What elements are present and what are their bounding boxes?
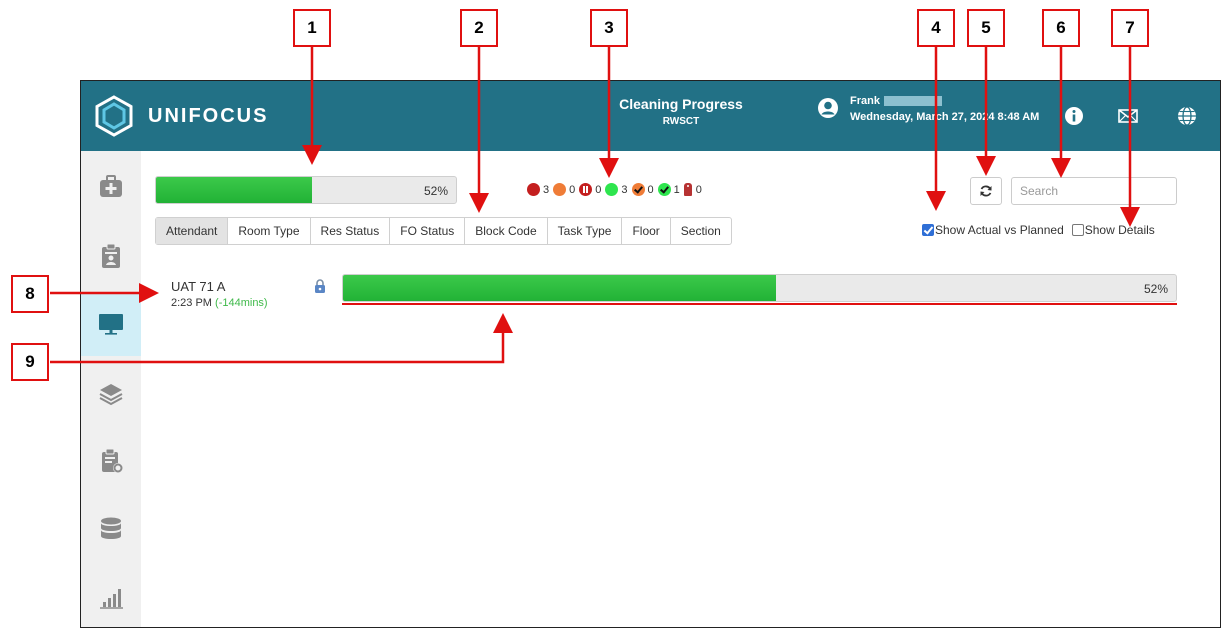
overall-progress-label: 52%	[423, 184, 448, 198]
status-count: 0	[695, 183, 702, 196]
app-window: UNIFOCUS Cleaning Progress RWSCT Frank W…	[80, 80, 1221, 628]
callout-1: 1	[293, 9, 331, 47]
tab-res-status[interactable]: Res Status	[309, 218, 390, 244]
status-count: 0	[595, 183, 602, 196]
show-details-label[interactable]: Show Details	[1085, 223, 1155, 237]
user-name: Frank	[850, 95, 880, 107]
unifocus-logo-icon	[95, 95, 133, 137]
page-title-block: Cleaning Progress RWSCT	[601, 96, 761, 127]
callout-3: 3	[590, 9, 628, 47]
mail-icon[interactable]	[1117, 105, 1139, 127]
tab-section[interactable]: Section	[669, 218, 731, 244]
overall-progress-fill	[156, 177, 312, 203]
show-actual-vs-planned-checkbox[interactable]	[922, 224, 934, 236]
callout-9: 9	[11, 343, 49, 381]
status-count: 0	[647, 183, 654, 196]
bar-chart-icon	[100, 589, 123, 609]
callout-4: 4	[917, 9, 955, 47]
user-info[interactable]: Frank Wednesday, March 27, 2024 8:48 AM	[850, 93, 1039, 125]
planned-progress-line	[342, 303, 1177, 305]
page-title: Cleaning Progress	[619, 96, 743, 112]
first-aid-kit-icon	[100, 175, 122, 197]
tab-block-code[interactable]: Block Code	[464, 218, 546, 244]
status-paused: 0	[579, 183, 601, 196]
refresh-button[interactable]	[970, 177, 1002, 205]
attendant-progress-fill	[343, 275, 777, 301]
group-by-tabs: Attendant Room Type Res Status FO Status…	[155, 217, 732, 245]
layers-icon	[99, 384, 123, 406]
redacted-name	[883, 96, 942, 107]
tab-task-type[interactable]: Task Type	[546, 218, 622, 244]
status-count: 0	[569, 183, 576, 196]
status-count: 3	[543, 183, 550, 196]
tab-floor[interactable]: Floor	[621, 218, 669, 244]
lock-icon[interactable]	[313, 278, 327, 294]
callout-8: 8	[11, 275, 49, 313]
status-count: 3	[621, 183, 628, 196]
orange-dot-icon	[553, 183, 567, 196]
clipboard-user-icon	[102, 243, 120, 268]
main-content: 52% 3 0 0 3 0 1 0 Attendant Room Type Re…	[141, 151, 1220, 627]
status-in-progress: 0	[553, 183, 575, 196]
callout-5: 5	[967, 9, 1005, 47]
app-header: UNIFOCUS Cleaning Progress RWSCT Frank W…	[81, 81, 1220, 151]
clipboard-settings-icon	[102, 448, 123, 473]
database-icon	[101, 517, 121, 539]
orange-check-icon	[631, 183, 645, 196]
page-subtitle: RWSCT	[662, 116, 700, 127]
attendant-progress-label: 52%	[1143, 282, 1168, 296]
red-dot-icon	[527, 183, 540, 196]
callout-7: 7	[1111, 9, 1149, 47]
sidebar-item-first-aid[interactable]	[81, 155, 141, 219]
tag-icon	[683, 183, 692, 196]
attendant-eta: 2:23 PM	[171, 297, 212, 309]
tab-room-type[interactable]: Room Type	[227, 218, 309, 244]
green-dot-icon	[605, 183, 619, 196]
tab-attendant[interactable]: Attendant	[156, 218, 228, 244]
status-dirty: 3	[527, 183, 549, 196]
current-datetime: Wednesday, March 27, 2024 8:48 AM	[850, 111, 1040, 123]
sidebar-item-database[interactable]	[81, 497, 141, 561]
show-actual-vs-planned-label[interactable]: Show Actual vs Planned	[935, 223, 1064, 237]
status-tagged: 0	[683, 183, 702, 196]
attendant-progress-bar[interactable]: 52%	[342, 274, 1177, 302]
callout-2: 2	[460, 9, 498, 47]
attendant-name[interactable]: UAT 71 A	[171, 279, 225, 294]
display-options: Show Actual vs Planned Show Details	[922, 223, 1155, 237]
attendant-time: 2:23 PM (-144mins)	[171, 297, 268, 309]
overall-progress-bar: 52%	[155, 176, 457, 204]
monitor-icon	[99, 314, 123, 335]
search-input[interactable]	[1011, 177, 1177, 205]
green-check-icon	[657, 183, 671, 196]
globe-icon[interactable]	[1176, 105, 1198, 127]
sidebar-item-clipboard-settings[interactable]	[81, 429, 141, 493]
status-inspected: 1	[657, 183, 680, 196]
status-inspected-orange: 0	[631, 183, 654, 196]
room-status-legend: 3 0 0 3 0 1 0	[527, 183, 706, 196]
status-count: 1	[673, 183, 680, 196]
info-icon[interactable]	[1063, 105, 1085, 127]
sidebar	[81, 151, 141, 627]
brand-name: UNIFOCUS	[148, 105, 269, 127]
sidebar-item-clipboard-user[interactable]	[81, 224, 141, 288]
user-avatar-icon[interactable]	[817, 97, 839, 119]
sidebar-item-monitor[interactable]	[81, 292, 141, 356]
refresh-icon	[980, 185, 992, 197]
sidebar-item-reports[interactable]	[81, 565, 141, 627]
sidebar-item-layers[interactable]	[81, 361, 141, 425]
attendant-delta: (-144mins)	[215, 297, 268, 309]
callout-6: 6	[1042, 9, 1080, 47]
paused-icon	[579, 183, 593, 196]
status-clean: 3	[605, 183, 628, 196]
show-details-checkbox[interactable]	[1071, 224, 1084, 236]
tab-fo-status[interactable]: FO Status	[389, 218, 464, 244]
